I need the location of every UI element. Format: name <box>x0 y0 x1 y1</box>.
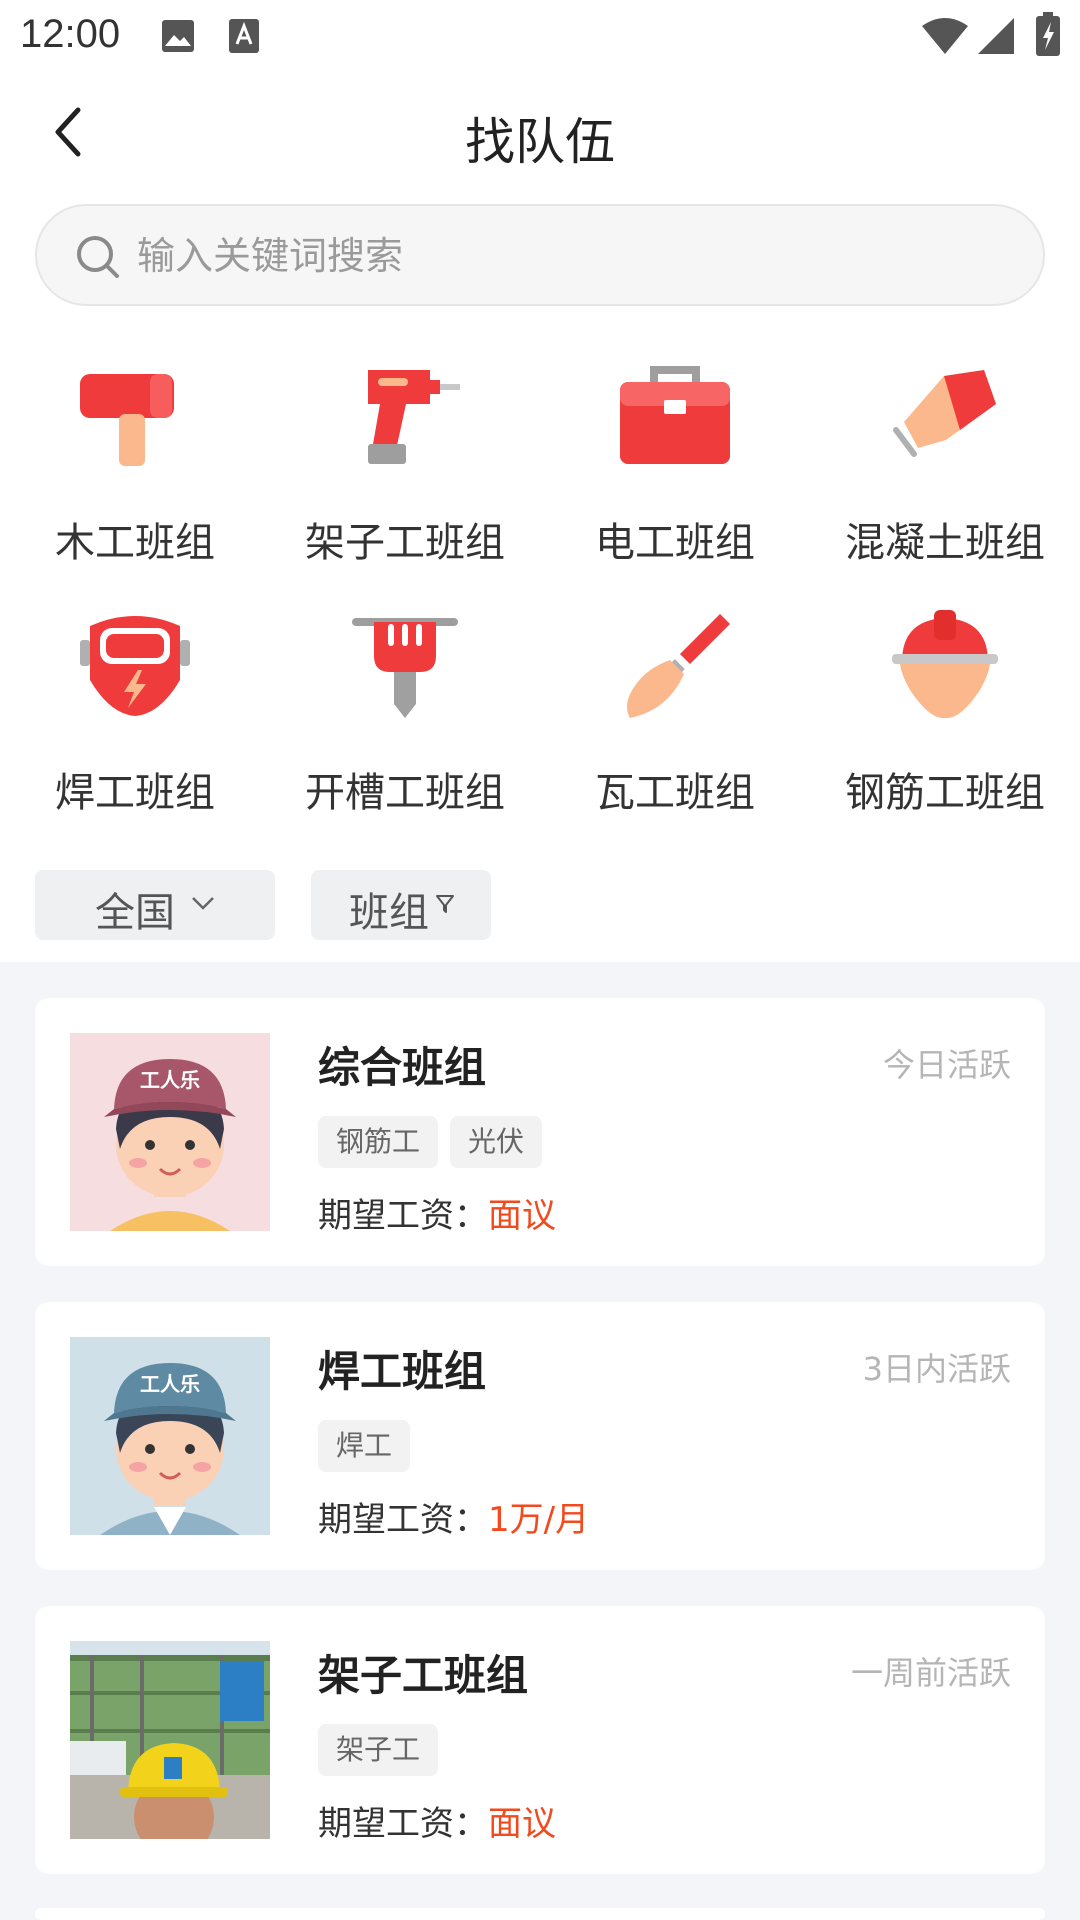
jackhammer-icon <box>352 618 458 718</box>
hammer-icon <box>80 374 174 466</box>
team-name: 焊工班组 <box>318 1347 487 1396</box>
wage-value: 1万/月 <box>488 1500 590 1540</box>
trowel-icon <box>627 614 730 718</box>
expected-wage: 期望工资：面议 <box>318 1796 556 1845</box>
chevron-down-icon <box>192 897 214 910</box>
battery-icon <box>1036 12 1060 56</box>
expected-wage: 期望工资：1万/月 <box>318 1492 589 1541</box>
drill-icon <box>368 370 460 464</box>
wifi-icon <box>922 18 968 54</box>
category-label: 钢筋工班组 <box>845 770 1045 816</box>
tag: 架子工 <box>318 1724 439 1776</box>
tag: 焊工 <box>318 1420 411 1472</box>
team-type-filter-label: 班组 <box>349 890 429 936</box>
wage-label: 期望工资： <box>318 1500 488 1540</box>
category-scaffolder[interactable]: 架子工班组 <box>270 360 540 566</box>
activity-status: 一周前活跃 <box>850 1654 1011 1692</box>
category-label: 木工班组 <box>55 520 215 566</box>
team-card[interactable]: 工人乐 综合班组 今日活跃 钢筋工 光伏 期望工资：面议 <box>35 998 1045 1266</box>
activity-status: 今日活跃 <box>882 1046 1011 1084</box>
category-carpenter[interactable]: 木工班组 <box>0 360 270 566</box>
wage-label: 期望工资： <box>318 1196 488 1236</box>
search-bar[interactable] <box>35 204 1045 306</box>
status-bar: 12:00 <box>0 0 1080 72</box>
category-label: 混凝土班组 <box>845 520 1045 566</box>
search-input[interactable] <box>137 226 997 286</box>
team-card-partial[interactable] <box>35 1908 1045 1920</box>
category-label: 瓦工班组 <box>595 770 755 816</box>
tag-list: 架子工 <box>318 1724 439 1776</box>
worker-avatar: 工人乐 <box>70 1033 270 1231</box>
trowel-float-icon <box>893 370 996 457</box>
team-card[interactable]: 工人乐 焊工班组 3日内活跃 焊工 期望工资：1万/月 <box>35 1302 1045 1570</box>
category-bricklayer[interactable]: 瓦工班组 <box>540 610 810 816</box>
search-icon <box>77 236 119 278</box>
worker-avatar: 工人乐 <box>70 1337 270 1535</box>
team-name: 架子工班组 <box>318 1651 529 1700</box>
status-time: 12:00 <box>20 12 121 56</box>
category-concrete[interactable]: 混凝土班组 <box>810 360 1080 566</box>
region-filter[interactable]: 全国 <box>35 870 275 940</box>
category-label: 架子工班组 <box>305 520 505 566</box>
team-name: 综合班组 <box>318 1043 487 1092</box>
tag: 钢筋工 <box>318 1116 439 1168</box>
category-rebar[interactable]: 钢筋工班组 <box>810 610 1080 816</box>
image-notification-icon <box>162 20 194 52</box>
hard-hat-icon <box>892 610 998 719</box>
tag-list: 焊工 <box>318 1420 411 1472</box>
toolbox-icon <box>620 366 730 464</box>
funnel-icon <box>436 895 454 913</box>
keyboard-notification-icon <box>229 19 259 53</box>
cap-text: 工人乐 <box>140 1372 200 1396</box>
signal-icon <box>978 18 1014 54</box>
category-welder[interactable]: 焊工班组 <box>0 610 270 816</box>
category-label: 焊工班组 <box>55 770 215 816</box>
team-card[interactable]: 架子工班组 一周前活跃 架子工 期望工资：面议 <box>35 1606 1045 1874</box>
category-label: 电工班组 <box>595 520 755 566</box>
activity-status: 3日内活跃 <box>862 1350 1011 1388</box>
tag-list: 钢筋工 光伏 <box>318 1116 543 1168</box>
category-electrician[interactable]: 电工班组 <box>540 360 810 566</box>
wage-value: 面议 <box>488 1196 556 1236</box>
cap-text: 工人乐 <box>140 1068 200 1092</box>
tag: 光伏 <box>450 1116 543 1168</box>
wage-label: 期望工资： <box>318 1804 488 1844</box>
wage-value: 面议 <box>488 1804 556 1844</box>
header: 找队伍 <box>0 80 1080 190</box>
category-label: 开槽工班组 <box>305 770 505 816</box>
category-groover[interactable]: 开槽工班组 <box>270 610 540 816</box>
expected-wage: 期望工资：面议 <box>318 1188 556 1237</box>
team-type-filter[interactable]: 班组 <box>311 870 491 940</box>
region-filter-label: 全国 <box>95 890 175 936</box>
page-title: 找队伍 <box>465 113 615 171</box>
worker-photo <box>70 1641 270 1839</box>
welding-mask-icon <box>80 616 190 716</box>
